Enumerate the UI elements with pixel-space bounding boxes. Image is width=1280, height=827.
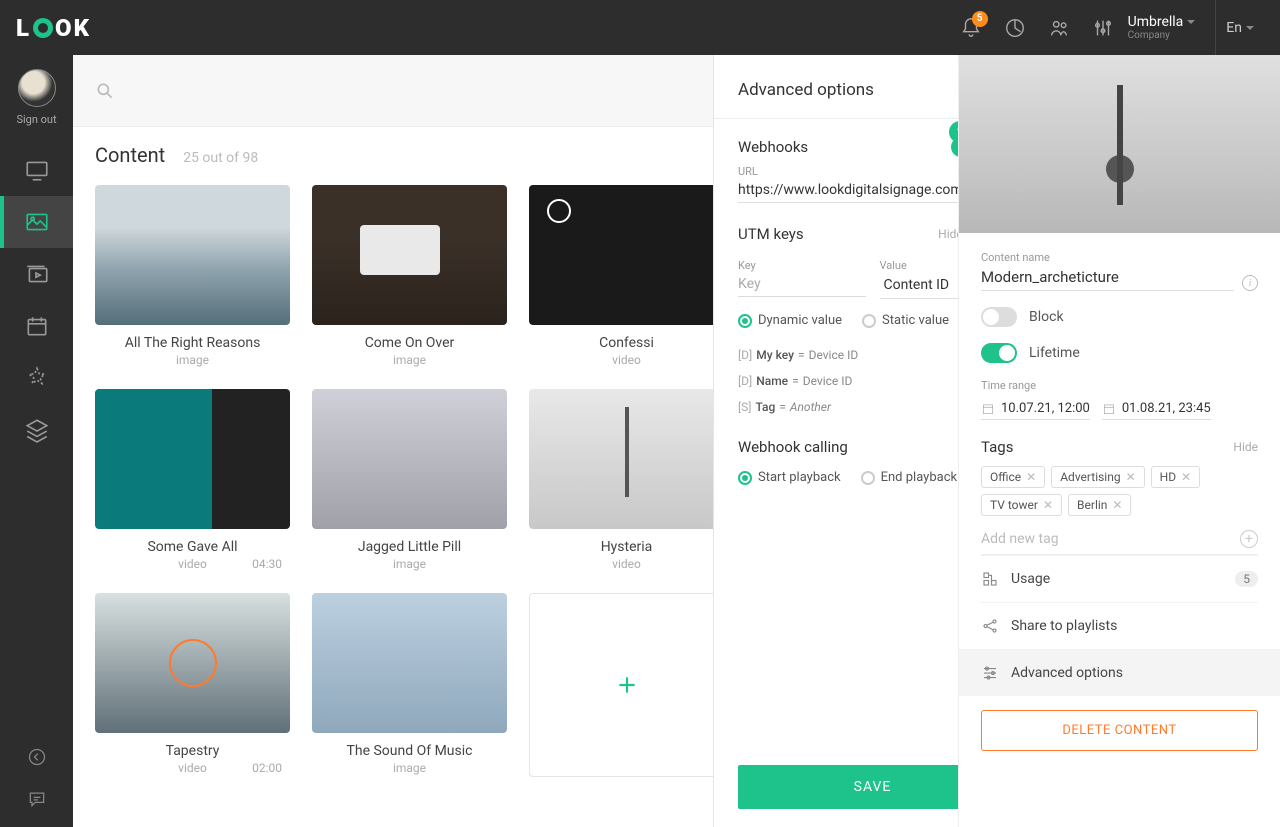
- nav-apps[interactable]: [0, 352, 73, 404]
- language-selector[interactable]: En: [1215, 0, 1264, 55]
- content-card[interactable]: Some Gave Allvideo04:30: [95, 389, 290, 571]
- nav-content[interactable]: [0, 196, 73, 248]
- advanced-options-row[interactable]: Advanced options: [959, 649, 1280, 696]
- radio-end[interactable]: End playback: [861, 470, 957, 485]
- date-from-input[interactable]: 10.07.21, 12:00: [981, 398, 1090, 420]
- tag-chip[interactable]: TV tower✕: [981, 494, 1062, 516]
- details-panel: Content name i Block Lifetime Time range…: [958, 55, 1280, 827]
- topbar: LOK 5 Umbrella Company En: [0, 0, 1280, 55]
- remove-tag-icon[interactable]: ✕: [1112, 498, 1122, 512]
- nav-layers[interactable]: [0, 404, 73, 456]
- block-toggle[interactable]: [981, 307, 1017, 327]
- chevron-down-icon: [1187, 20, 1195, 24]
- logo[interactable]: LOK: [16, 14, 91, 42]
- utm-entry: [D] My key = Device ID: [738, 342, 958, 368]
- settings-icon[interactable]: [1092, 17, 1114, 39]
- search-icon: [95, 81, 115, 101]
- advanced-options-panel: Advanced options ✕ 1 Webhooks URL 2 UTM …: [713, 55, 958, 827]
- content-preview: [959, 55, 1280, 233]
- calling-label: Webhook calling: [738, 438, 958, 456]
- content-name-input[interactable]: [981, 264, 1234, 291]
- remove-tag-icon[interactable]: ✕: [1126, 470, 1136, 484]
- save-button[interactable]: SAVE: [738, 765, 958, 809]
- content-card[interactable]: Confessivideo: [529, 185, 724, 367]
- webhooks-label: Webhooks: [738, 138, 808, 156]
- nav-playlists[interactable]: [0, 248, 73, 300]
- value-select[interactable]: Content ID: [880, 272, 959, 299]
- content-card[interactable]: All The Right Reasonsimage: [95, 185, 290, 367]
- tag-chip[interactable]: Office✕: [981, 466, 1045, 488]
- hide-link[interactable]: Hide: [938, 227, 958, 241]
- radio-static[interactable]: Static value: [862, 313, 949, 328]
- add-tag-input[interactable]: [981, 531, 1240, 547]
- page-title: Content: [95, 143, 165, 167]
- modal-title: Advanced options: [738, 80, 874, 100]
- info-icon[interactable]: i: [1242, 275, 1258, 291]
- radio-start[interactable]: Start playback: [738, 470, 841, 485]
- usage-count: 5: [1235, 571, 1258, 587]
- tag-chip[interactable]: Berlin✕: [1068, 494, 1131, 516]
- remove-tag-icon[interactable]: ✕: [1026, 470, 1036, 484]
- content-card[interactable]: The Sound Of Musicimage: [312, 593, 507, 777]
- lifetime-toggle[interactable]: [981, 343, 1017, 363]
- add-content-button[interactable]: [529, 593, 724, 777]
- remove-tag-icon[interactable]: ✕: [1043, 498, 1053, 512]
- nav-schedule[interactable]: [0, 300, 73, 352]
- url-input[interactable]: [738, 178, 958, 203]
- hide-tags-link[interactable]: Hide: [1233, 440, 1258, 454]
- utm-entry: [S] Tag = Another: [738, 394, 958, 420]
- nav-chat[interactable]: [27, 789, 47, 813]
- radio-dynamic[interactable]: Dynamic value: [738, 313, 842, 328]
- add-tag-button[interactable]: +: [1240, 530, 1258, 548]
- tag-list: Office✕ Advertising✕ HD✕ TV tower✕ Berli…: [981, 466, 1258, 516]
- key-input[interactable]: [738, 272, 866, 297]
- content-count: 25 out of 98: [183, 150, 258, 166]
- logo-dot-icon: [33, 18, 53, 38]
- signout-link[interactable]: Sign out: [16, 113, 56, 126]
- content-card[interactable]: Come On Overimage: [312, 185, 507, 367]
- content-card[interactable]: Jagged Little Pillimage: [312, 389, 507, 571]
- delete-button[interactable]: DELETE CONTENT: [981, 710, 1258, 751]
- analytics-icon[interactable]: [1004, 17, 1026, 39]
- tag-chip[interactable]: HD✕: [1151, 466, 1201, 488]
- notifications-icon[interactable]: 5: [960, 17, 982, 39]
- remove-tag-icon[interactable]: ✕: [1181, 470, 1191, 484]
- usage-row[interactable]: Usage 5: [981, 555, 1258, 602]
- notification-badge: 5: [972, 11, 988, 27]
- utm-label: UTM keys: [738, 225, 804, 243]
- nav-screens[interactable]: [0, 144, 73, 196]
- content-card[interactable]: Hysteriavideo: [529, 389, 724, 571]
- tag-chip[interactable]: Advertising✕: [1051, 466, 1144, 488]
- sidebar: Sign out: [0, 55, 73, 827]
- company-selector[interactable]: Umbrella Company: [1128, 14, 1196, 41]
- content-card[interactable]: Tapestryvideo02:00: [95, 593, 290, 777]
- utm-entry: [D] Name = Device ID✕: [738, 368, 958, 394]
- content-area: Content 25 out of 98 All The Right Reaso…: [73, 55, 958, 827]
- users-icon[interactable]: [1048, 17, 1070, 39]
- share-row[interactable]: Share to playlists: [981, 602, 1258, 649]
- url-label: URL: [738, 165, 958, 178]
- avatar[interactable]: [18, 69, 56, 107]
- date-to-input[interactable]: 01.08.21, 23:45: [1102, 398, 1211, 420]
- chevron-down-icon: [1246, 26, 1254, 30]
- nav-collapse[interactable]: [27, 747, 47, 771]
